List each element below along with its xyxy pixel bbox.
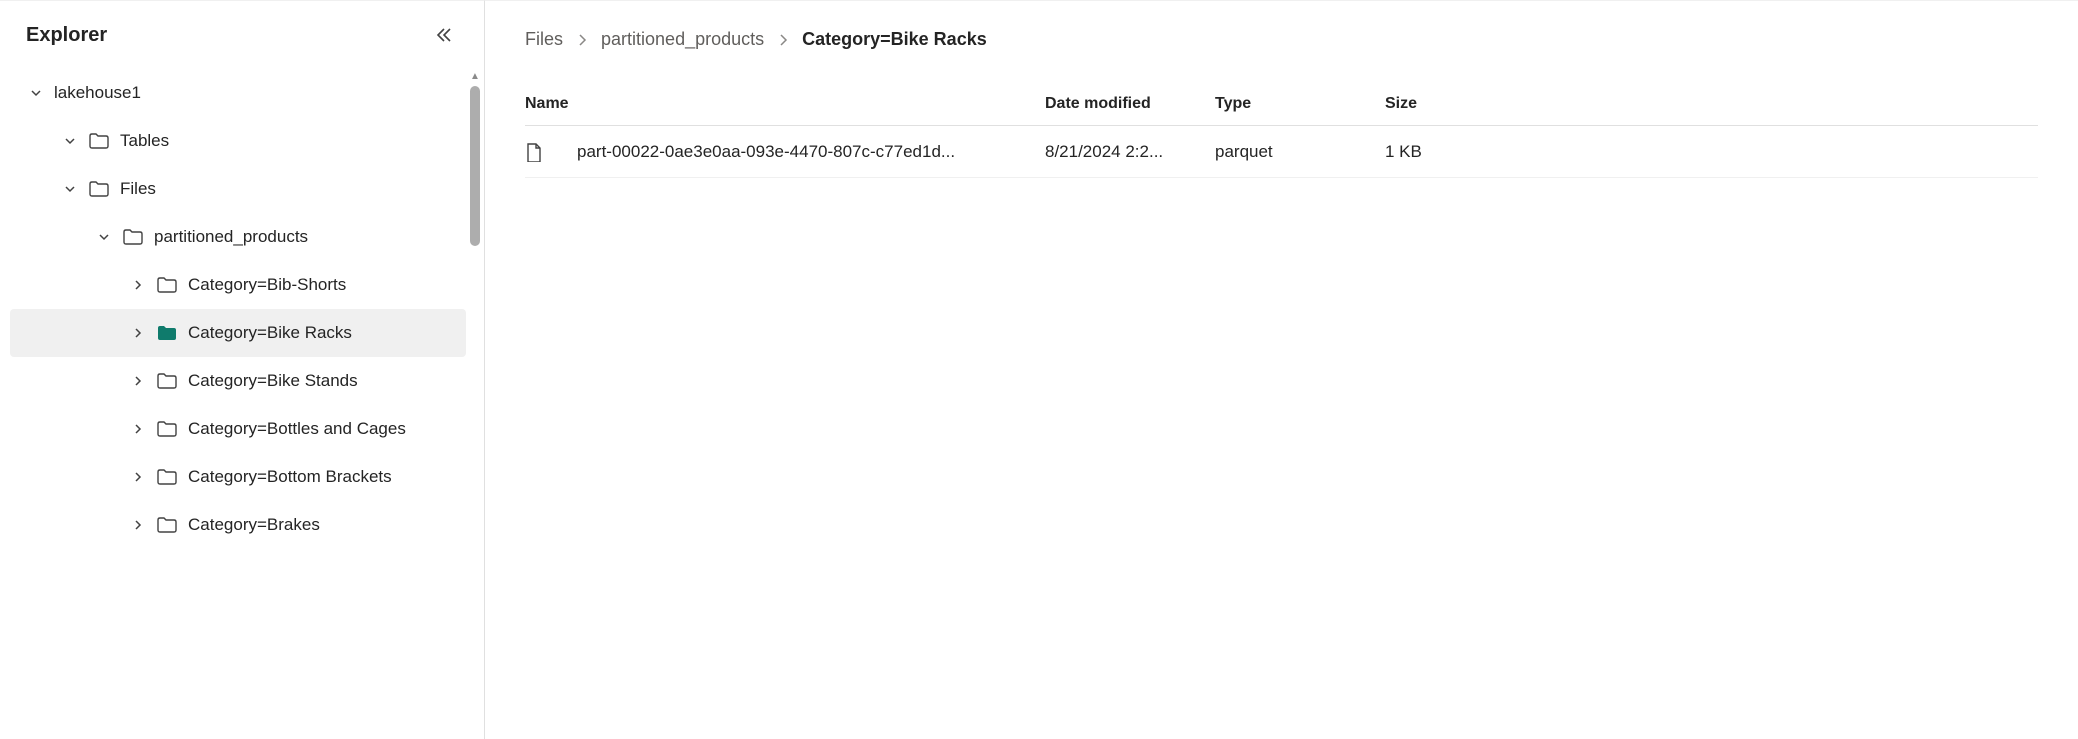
- column-header-name[interactable]: Name: [525, 95, 1045, 113]
- chevron-right-icon: [128, 419, 148, 439]
- folder-icon: [88, 130, 110, 152]
- chevron-double-left-icon: [434, 25, 454, 45]
- tree-item-category-bike-stands[interactable]: Category=Bike Stands: [10, 357, 466, 405]
- cell-type: parquet: [1215, 142, 1385, 162]
- chevron-right-icon: [128, 323, 148, 343]
- breadcrumb-files[interactable]: Files: [525, 29, 563, 50]
- tree-item-label: Category=Bib-Shorts: [188, 275, 346, 295]
- chevron-right-icon: [776, 33, 790, 47]
- chevron-right-icon: [575, 33, 589, 47]
- table-row[interactable]: part-00022-0ae3e0aa-093e-4470-807c-c77ed…: [525, 126, 2038, 178]
- cell-date: 8/21/2024 2:2...: [1045, 142, 1215, 162]
- table-header-row: Name Date modified Type Size: [525, 82, 2038, 126]
- tree-item-label: Category=Bottles and Cages: [188, 419, 406, 439]
- scroll-up-arrow-icon: ▲: [470, 71, 480, 82]
- breadcrumb-current: Category=Bike Racks: [802, 29, 987, 50]
- file-table: Name Date modified Type Size part-00022-…: [525, 82, 2038, 178]
- tree-item-category-brakes[interactable]: Category=Brakes: [10, 501, 466, 549]
- tree-item-label: partitioned_products: [154, 227, 308, 247]
- column-header-type[interactable]: Type: [1215, 95, 1385, 113]
- tree-item-label: Category=Bottom Brackets: [188, 467, 392, 487]
- folder-icon: [156, 274, 178, 296]
- folder-icon: [156, 418, 178, 440]
- chevron-right-icon: [128, 515, 148, 535]
- folder-icon: [156, 466, 178, 488]
- tree-item-partitioned-products[interactable]: partitioned_products: [10, 213, 466, 261]
- tree-item-label: lakehouse1: [54, 83, 141, 103]
- chevron-down-icon: [26, 83, 46, 103]
- folder-icon: [156, 514, 178, 536]
- folder-icon: [122, 226, 144, 248]
- chevron-right-icon: [128, 467, 148, 487]
- tree-item-label: Category=Bike Stands: [188, 371, 358, 391]
- tree-item-label: Category=Bike Racks: [188, 323, 352, 343]
- file-name-text: part-00022-0ae3e0aa-093e-4470-807c-c77ed…: [577, 142, 955, 162]
- scroll-thumb[interactable]: [470, 86, 480, 246]
- folder-icon: [88, 178, 110, 200]
- tree-item-category-bottles-cages[interactable]: Category=Bottles and Cages: [10, 405, 466, 453]
- folder-open-icon: [156, 322, 178, 344]
- breadcrumb-partitioned-products[interactable]: partitioned_products: [601, 29, 764, 50]
- collapse-panel-button[interactable]: [428, 19, 460, 51]
- cell-name: part-00022-0ae3e0aa-093e-4470-807c-c77ed…: [525, 142, 1045, 162]
- chevron-down-icon: [94, 227, 114, 247]
- chevron-down-icon: [60, 131, 80, 151]
- tree-item-tables[interactable]: Tables: [10, 117, 466, 165]
- explorer-tree: lakehouse1 Tables Files: [0, 69, 484, 739]
- chevron-right-icon: [128, 371, 148, 391]
- explorer-panel: Explorer lakehouse1 Tab: [0, 0, 485, 739]
- breadcrumb: Files partitioned_products Category=Bike…: [525, 29, 2038, 50]
- explorer-header: Explorer: [0, 1, 484, 69]
- tree-root-lakehouse[interactable]: lakehouse1: [10, 69, 466, 117]
- tree-item-category-bib-shorts[interactable]: Category=Bib-Shorts: [10, 261, 466, 309]
- chevron-down-icon: [60, 179, 80, 199]
- cell-size: 1 KB: [1385, 142, 1505, 162]
- tree-item-label: Tables: [120, 131, 169, 151]
- folder-icon: [156, 370, 178, 392]
- main-content: Files partitioned_products Category=Bike…: [485, 0, 2078, 739]
- column-header-size[interactable]: Size: [1385, 95, 1505, 113]
- tree-item-files[interactable]: Files: [10, 165, 466, 213]
- tree-item-category-bike-racks[interactable]: Category=Bike Racks: [10, 309, 466, 357]
- explorer-title: Explorer: [26, 24, 107, 47]
- scrollbar[interactable]: ▲: [468, 71, 482, 729]
- tree-item-label: Files: [120, 179, 156, 199]
- file-icon: [525, 142, 545, 162]
- column-header-date[interactable]: Date modified: [1045, 95, 1215, 113]
- chevron-right-icon: [128, 275, 148, 295]
- tree-item-label: Category=Brakes: [188, 515, 320, 535]
- tree-item-category-bottom-brackets[interactable]: Category=Bottom Brackets: [10, 453, 466, 501]
